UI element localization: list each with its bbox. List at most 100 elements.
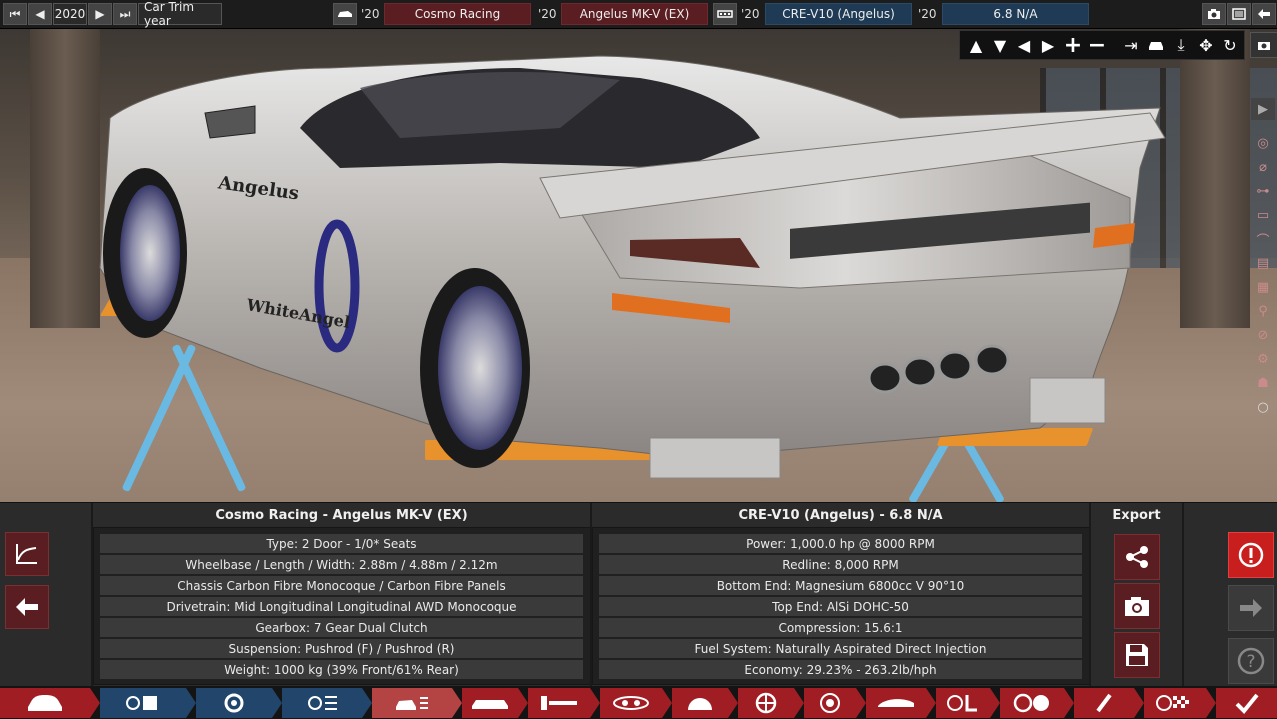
driver-icon[interactable]: ☗ <box>1251 372 1275 394</box>
camera-left-icon[interactable]: ◀ <box>1013 34 1035 56</box>
year-value[interactable]: 2020 <box>53 3 87 25</box>
nav-separator <box>272 688 282 718</box>
car-gearbox-row: Gearbox: 7 Gear Dual Clutch <box>100 618 583 637</box>
car-family-selector[interactable]: Cosmo Racing <box>384 3 531 25</box>
grille-icon[interactable]: ▦ <box>1251 276 1275 298</box>
view-car-icon[interactable] <box>1145 34 1167 56</box>
disabled-icon[interactable]: ⊘ <box>1251 324 1275 346</box>
wheel-icon[interactable]: ◎ <box>1251 132 1275 154</box>
nav-finish-checkmark[interactable] <box>1216 688 1277 718</box>
panel-divider <box>1089 503 1091 687</box>
nav-separator <box>926 688 936 718</box>
nav-steering[interactable] <box>1000 688 1064 718</box>
car-chassis-row: Chassis Carbon Fibre Monocoque / Carbon … <box>100 576 583 595</box>
engine-power-row: Power: 1,000.0 hp @ 8000 RPM <box>599 534 1082 553</box>
export-title: Export <box>1091 503 1182 527</box>
nav-chassis[interactable] <box>462 688 518 718</box>
nav-brakes[interactable] <box>804 688 856 718</box>
engine-compression-row: Compression: 15.6:1 <box>599 618 1082 637</box>
circle-icon[interactable]: ○ <box>1251 396 1275 418</box>
car-trim-selector[interactable]: Angelus MK-V (EX) <box>561 3 708 25</box>
year-first-button[interactable]: ⏮ <box>3 3 27 25</box>
info-panel: Cosmo Racing - Angelus MK-V (EX) Type: 2… <box>0 502 1277 687</box>
year-next-button[interactable]: ▶ <box>88 3 112 25</box>
car-model-icon[interactable] <box>333 3 357 25</box>
warning-button[interactable] <box>1228 532 1274 578</box>
nav-car-summary[interactable] <box>372 688 452 718</box>
svg-text:?: ? <box>1246 652 1255 672</box>
nav-separator <box>362 688 372 718</box>
engine-top-end-row: Top End: AlSi DOHC-50 <box>599 597 1082 616</box>
nav-testing[interactable] <box>1074 688 1134 718</box>
zoom-in-icon[interactable]: + <box>1062 33 1084 58</box>
nav-fixtures[interactable] <box>672 688 728 718</box>
car-model[interactable] <box>0 28 1277 502</box>
zoom-out-icon[interactable]: − <box>1086 33 1108 58</box>
suspension-icon[interactable]: ⚲ <box>1251 300 1275 322</box>
expand-panel-icon[interactable]: ▶ <box>1251 98 1275 120</box>
engine-summary-title: CRE-V10 (Angelus) - 6.8 N/A <box>592 503 1089 527</box>
nav-separator <box>590 688 600 718</box>
engine-summary-card: Power: 1,000.0 hp @ 8000 RPM Redline: 8,… <box>592 527 1090 685</box>
nav-separator <box>452 688 462 718</box>
help-button[interactable]: ? <box>1228 638 1274 684</box>
nav-engine-files[interactable] <box>100 688 186 718</box>
bottom-navigation <box>0 686 1277 719</box>
camera-right-icon[interactable]: ▶ <box>1037 34 1059 56</box>
year-last-button[interactable]: ⏭ <box>113 3 137 25</box>
camera-up-icon[interactable]: ▲ <box>965 34 987 56</box>
engine-economy-row: Economy: 29.23% - 263.2lb/hph <box>599 660 1082 679</box>
panel-divider <box>1182 503 1184 687</box>
car-dimensions-row: Wheelbase / Length / Width: 2.88m / 4.88… <box>100 555 583 574</box>
nav-drivetrain[interactable] <box>528 688 590 718</box>
back-button[interactable] <box>5 585 49 629</box>
graph-button[interactable] <box>5 532 49 576</box>
engine-icon[interactable] <box>713 3 737 25</box>
car-weight-row: Weight: 1000 kg (39% Front/61% Rear) <box>100 660 583 679</box>
nav-separator <box>1206 688 1216 718</box>
camera-reset-icon[interactable]: ⇥ <box>1120 34 1142 56</box>
nav-car-model[interactable] <box>0 688 90 718</box>
engine-redline-row: Redline: 8,000 RPM <box>599 555 1082 574</box>
next-button[interactable] <box>1228 585 1274 631</box>
back-arrow-icon[interactable] <box>1252 3 1276 25</box>
nav-separator <box>990 688 1000 718</box>
nav-aero[interactable] <box>866 688 926 718</box>
nav-engine-parts[interactable] <box>196 688 272 718</box>
share-button[interactable] <box>1114 534 1160 580</box>
rotate-reset-icon[interactable]: ↻ <box>1219 34 1241 56</box>
camera-down-icon[interactable]: ▼ <box>989 34 1011 56</box>
engine-family-selector[interactable]: CRE-V10 (Angelus) <box>765 3 912 25</box>
settings-icon[interactable]: ⚙ <box>1251 348 1275 370</box>
nav-race[interactable] <box>1144 688 1206 718</box>
nav-separator <box>186 688 196 718</box>
car-viewport[interactable]: Angelus WhiteAngel <box>0 28 1277 502</box>
notes-icon[interactable] <box>1227 3 1251 25</box>
nav-separator <box>1134 688 1144 718</box>
car-drivetrain-row: Drivetrain: Mid Longitudinal Longitudina… <box>100 597 583 616</box>
nav-interior[interactable] <box>936 688 990 718</box>
model-year-tag: '20 <box>361 7 380 21</box>
camera-icon[interactable] <box>1202 3 1226 25</box>
car-summary-title: Cosmo Racing - Angelus MK-V (EX) <box>93 503 590 527</box>
interior-icon[interactable]: ▤ <box>1251 252 1275 274</box>
car-summary-card: Type: 2 Door - 1/0* Seats Wheelbase / Le… <box>93 527 591 685</box>
nav-wheels[interactable] <box>738 688 794 718</box>
photo-export-button[interactable] <box>1114 583 1160 629</box>
side-tool-strip: ▶ ◎ ⌀ ⊶ ▭ ⌒ ▤ ▦ ⚲ ⊘ ⚙ ☗ ○ <box>1249 98 1277 428</box>
save-button[interactable] <box>1114 632 1160 678</box>
nav-separator <box>794 688 804 718</box>
panel-icon[interactable]: ▭ <box>1251 204 1275 226</box>
link-icon[interactable]: ⊶ <box>1251 180 1275 202</box>
variant-year-tag: '20 <box>918 7 937 21</box>
nav-engine-tune[interactable] <box>282 688 362 718</box>
nav-body[interactable] <box>600 688 662 718</box>
exhaust-icon[interactable]: ⌀ <box>1251 156 1275 178</box>
year-prev-button[interactable]: ◀ <box>28 3 52 25</box>
engine-year-tag: '20 <box>741 7 760 21</box>
body-icon[interactable]: ⌒ <box>1251 228 1275 250</box>
rotate-free-icon[interactable]: ✥ <box>1195 34 1217 56</box>
screenshot-icon[interactable] <box>1250 32 1277 58</box>
lower-car-icon[interactable]: ⤓ <box>1170 34 1192 56</box>
engine-variant-selector[interactable]: 6.8 N/A <box>942 3 1089 25</box>
